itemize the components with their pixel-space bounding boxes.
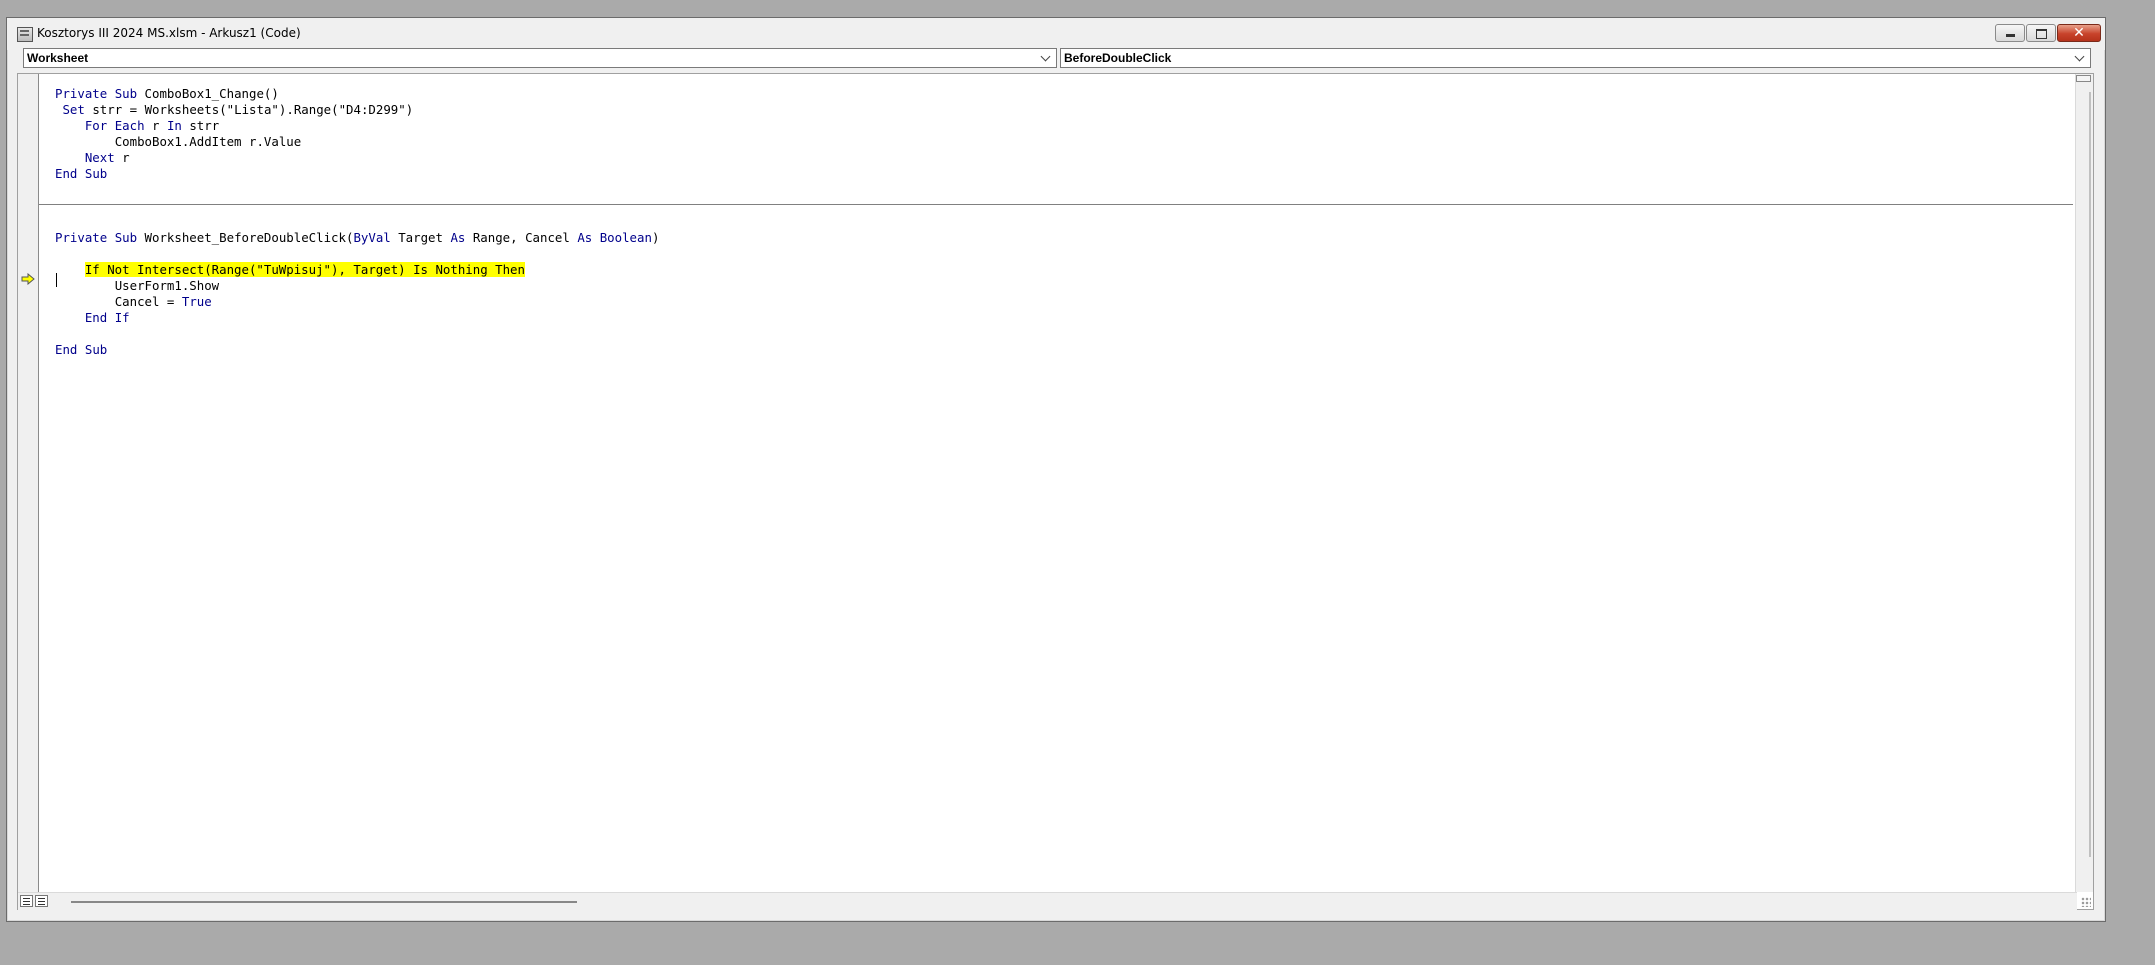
code-line[interactable]: Private Sub Worksheet_BeforeDoubleClick(… xyxy=(55,230,659,246)
execution-pointer-arrow-icon xyxy=(21,273,35,285)
code-line[interactable]: ComboBox1.AddItem r.Value xyxy=(55,134,302,150)
minimize-button[interactable] xyxy=(1995,24,2025,42)
title-bar[interactable]: Kosztorys III 2024 MS.xlsm - Arkusz1 (Co… xyxy=(7,18,2105,50)
horizontal-scrollbar[interactable] xyxy=(18,892,2077,910)
maximize-button[interactable] xyxy=(2026,24,2056,42)
code-line[interactable]: If Not Intersect(Range("TuWpisuj"), Targ… xyxy=(55,262,525,278)
code-line[interactable]: For Each r In strr xyxy=(55,118,219,134)
procedure-separator xyxy=(39,204,2073,205)
procedure-dropdown-value: BeforeDoubleClick xyxy=(1064,51,1172,65)
code-line[interactable]: End Sub xyxy=(55,342,107,358)
restore-icon xyxy=(2027,25,2055,41)
code-line[interactable]: Next r xyxy=(55,150,130,166)
object-dropdown[interactable]: Worksheet xyxy=(23,48,1057,68)
resize-grip-icon[interactable] xyxy=(2081,897,2091,907)
code-line[interactable]: UserForm1.Show xyxy=(55,278,219,294)
chevron-down-icon[interactable] xyxy=(2074,52,2086,64)
procedure-dropdown[interactable]: BeforeDoubleClick xyxy=(1060,48,2091,68)
vbe-code-window: Kosztorys III 2024 MS.xlsm - Arkusz1 (Co… xyxy=(6,17,2106,922)
vbe-module-icon xyxy=(17,27,33,42)
procedure-view-button[interactable] xyxy=(20,895,33,907)
full-module-view-button[interactable] xyxy=(35,895,48,907)
close-button[interactable]: ✕ xyxy=(2057,24,2101,42)
chevron-down-icon[interactable] xyxy=(1040,52,1052,64)
code-line[interactable]: End Sub xyxy=(55,166,107,182)
code-editor[interactable]: Private Sub ComboBox1_Change() Set strr … xyxy=(17,73,2094,910)
code-line[interactable]: Cancel = True xyxy=(55,294,212,310)
code-line[interactable]: Private Sub ComboBox1_Change() xyxy=(55,86,279,102)
code-line[interactable]: End If xyxy=(55,310,130,326)
horizontal-scroll-thumb[interactable] xyxy=(71,901,577,903)
vertical-scroll-thumb[interactable] xyxy=(2089,92,2091,857)
window-title: Kosztorys III 2024 MS.xlsm - Arkusz1 (Co… xyxy=(37,26,301,40)
object-dropdown-value: Worksheet xyxy=(27,51,89,65)
close-icon: ✕ xyxy=(2073,25,2085,41)
execution-highlight: If Not Intersect(Range("TuWpisuj"), Targ… xyxy=(84,262,525,277)
margin-indicator-bar[interactable] xyxy=(18,74,39,892)
split-bar-handle[interactable] xyxy=(2076,75,2091,82)
code-line[interactable]: Set strr = Worksheets("Lista").Range("D4… xyxy=(55,102,413,118)
minimize-icon xyxy=(1996,25,2024,41)
vertical-scrollbar[interactable] xyxy=(2075,74,2093,892)
